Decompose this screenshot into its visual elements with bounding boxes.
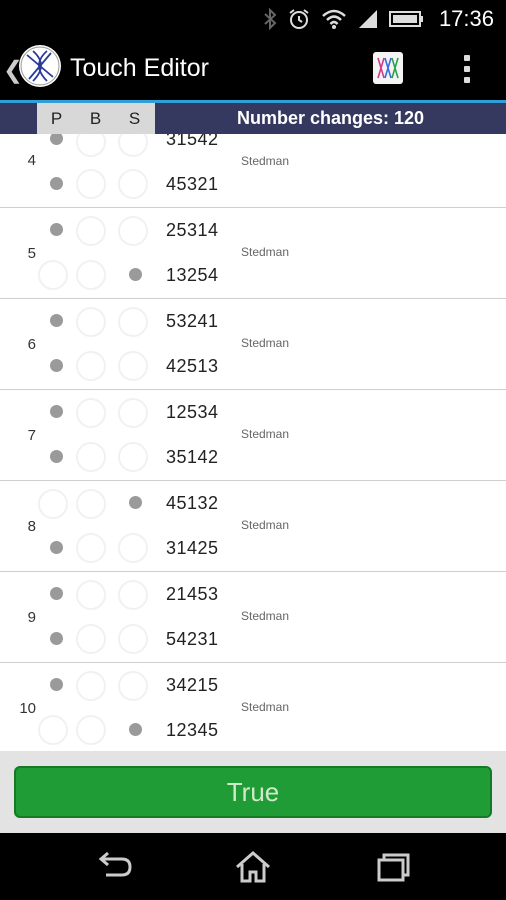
change-row: 13254: [166, 265, 219, 285]
change-row: 12534: [166, 402, 219, 422]
status-time: 17:36: [438, 6, 494, 31]
plain-mark[interactable]: [50, 405, 63, 418]
footer: True: [0, 751, 506, 833]
bluetooth-icon: [264, 8, 277, 30]
change-row: 31425: [166, 538, 219, 558]
single-mark[interactable]: [129, 268, 142, 281]
number-changes: Number changes: 120: [236, 108, 425, 128]
method-label: Stedman: [241, 245, 290, 259]
method-label: Stedman: [241, 609, 290, 623]
column-header-p: P: [50, 109, 63, 128]
lead-number: 5: [27, 245, 36, 262]
battery-icon: [388, 11, 423, 27]
plain-mark[interactable]: [50, 632, 63, 645]
lead-number: 4: [27, 152, 36, 169]
method-label: Stedman: [241, 518, 290, 532]
lead-number: 7: [27, 427, 36, 444]
method-label: Stedman: [241, 336, 290, 350]
navigation-bar: [0, 833, 506, 900]
column-headers: P B S: [37, 103, 155, 134]
change-row: 21453: [166, 584, 219, 604]
method-label: Stedman: [241, 154, 290, 168]
list-item[interactable]: 4 31542 45321 Stedman: [0, 134, 506, 208]
column-header-b: B: [89, 109, 102, 128]
change-row: 45132: [166, 493, 219, 513]
lead-number: 10: [19, 700, 36, 717]
plain-mark[interactable]: [50, 678, 63, 691]
change-row: 45321: [166, 174, 219, 194]
list-item[interactable]: 10 34215 12345 Stedman: [0, 663, 506, 751]
change-row: 54231: [166, 629, 219, 649]
change-row: 34215: [166, 675, 219, 695]
change-row: 31542: [166, 134, 219, 149]
app-title: Touch Editor: [70, 54, 209, 82]
plain-mark[interactable]: [50, 587, 63, 600]
change-row: 35142: [166, 447, 219, 467]
wifi-icon: [322, 9, 346, 29]
single-mark[interactable]: [129, 723, 142, 736]
lead-number: 8: [27, 518, 36, 535]
plain-mark[interactable]: [50, 314, 63, 327]
method-label: Stedman: [241, 427, 290, 441]
touch-list[interactable]: 4 31542 45321 Stedman 5 25314 13254 Sted…: [0, 134, 506, 751]
plain-mark[interactable]: [50, 541, 63, 554]
back-icon[interactable]: [92, 847, 136, 887]
list-item[interactable]: 6 53241 42513 Stedman: [0, 299, 506, 390]
recent-apps-icon[interactable]: [372, 847, 416, 887]
change-row: 25314: [166, 220, 219, 240]
single-mark[interactable]: [129, 496, 142, 509]
true-result-button[interactable]: True: [14, 766, 492, 818]
list-item[interactable]: 9 21453 54231 Stedman: [0, 572, 506, 663]
change-row: 12345: [166, 720, 219, 740]
list-item[interactable]: 7 12534 35142 Stedman: [0, 390, 506, 481]
plain-mark[interactable]: [50, 223, 63, 236]
list-header: P B S Number changes: 120: [0, 103, 506, 134]
change-row: 42513: [166, 356, 219, 376]
status-bar: 17:36: [0, 0, 506, 38]
alarm-icon: [289, 9, 309, 29]
plain-mark[interactable]: [50, 450, 63, 463]
plain-mark[interactable]: [50, 134, 63, 145]
lead-number: 9: [27, 609, 36, 626]
app-logo[interactable]: [19, 45, 61, 87]
plain-mark[interactable]: [50, 359, 63, 372]
column-header-s: S: [128, 109, 141, 128]
method-grid-icon[interactable]: [370, 50, 406, 86]
method-label: Stedman: [241, 700, 290, 714]
list-item[interactable]: 8 45132 31425 Stedman: [0, 481, 506, 572]
change-row: 53241: [166, 311, 219, 331]
home-icon[interactable]: [231, 847, 275, 887]
plain-mark[interactable]: [50, 177, 63, 190]
action-bar: ❮ Touch Editor: [0, 38, 506, 100]
signal-icon: [358, 10, 377, 28]
overflow-menu-icon[interactable]: [458, 52, 476, 86]
lead-number: 6: [27, 336, 36, 353]
list-item[interactable]: 5 25314 13254 Stedman: [0, 208, 506, 299]
